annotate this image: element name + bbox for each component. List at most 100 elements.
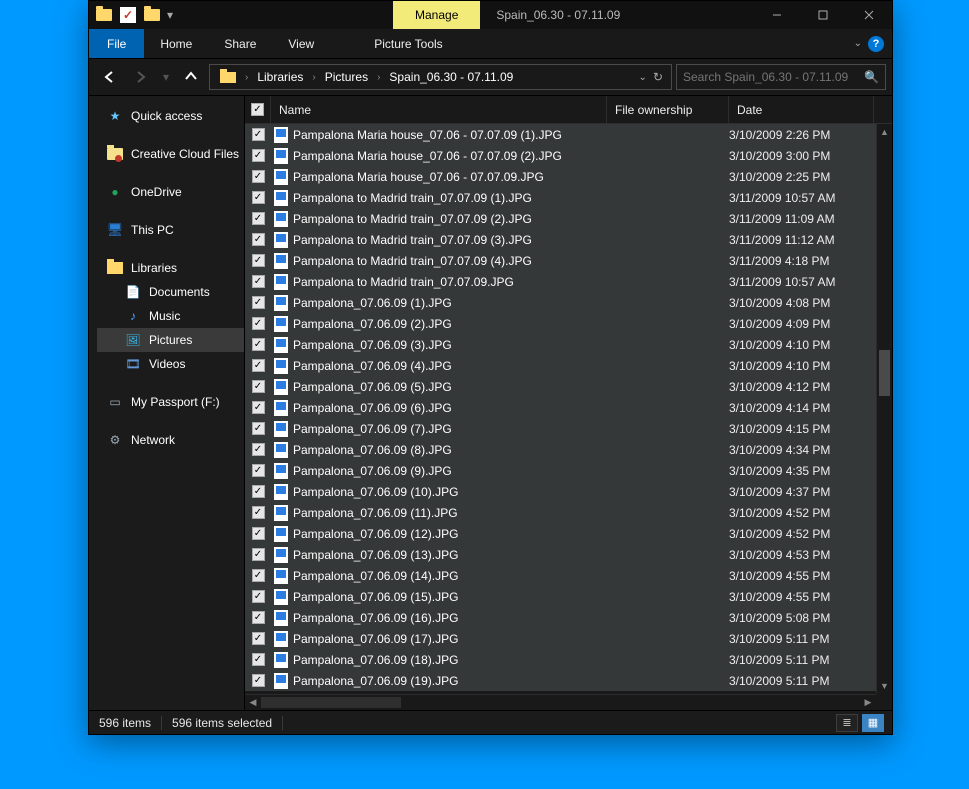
file-row[interactable]: ✓Pampalona_07.06.09 (11).JPG3/10/2009 4:…	[245, 502, 876, 523]
breadcrumb-pictures[interactable]: Pictures	[319, 70, 374, 84]
row-checkbox[interactable]: ✓	[252, 212, 265, 225]
file-row[interactable]: ✓Pampalona_07.06.09 (16).JPG3/10/2009 5:…	[245, 607, 876, 628]
scroll-up-icon[interactable]: ▲	[877, 124, 892, 140]
nav-onedrive[interactable]: ● OneDrive	[97, 180, 244, 204]
maximize-button[interactable]	[800, 1, 846, 29]
qat-open-folder[interactable]	[141, 4, 163, 26]
row-checkbox[interactable]: ✓	[252, 527, 265, 540]
row-checkbox[interactable]: ✓	[252, 611, 265, 624]
chevron-right-icon[interactable]: ›	[374, 72, 383, 83]
row-checkbox[interactable]: ✓	[252, 380, 265, 393]
nav-creative-cloud[interactable]: Creative Cloud Files	[97, 142, 244, 166]
file-row[interactable]: ✓Pampalona_07.06.09 (19).JPG3/10/2009 5:…	[245, 670, 876, 691]
file-row[interactable]: ✓Pampalona to Madrid train_07.07.09 (3).…	[245, 229, 876, 250]
scroll-track[interactable]	[877, 140, 892, 678]
file-row[interactable]: ✓Pampalona_07.06.09 (18).JPG3/10/2009 5:…	[245, 649, 876, 670]
file-row[interactable]: ✓Pampalona_07.06.09 (6).JPG3/10/2009 4:1…	[245, 397, 876, 418]
row-checkbox[interactable]: ✓	[252, 674, 265, 687]
row-checkbox[interactable]: ✓	[252, 548, 265, 561]
file-row[interactable]: ✓Pampalona_07.06.09 (10).JPG3/10/2009 4:…	[245, 481, 876, 502]
row-checkbox[interactable]: ✓	[252, 401, 265, 414]
tab-view[interactable]: View	[272, 29, 330, 58]
column-checkbox[interactable]: ✓	[245, 96, 271, 123]
chevron-right-icon[interactable]: ›	[242, 72, 251, 83]
qat-new-folder[interactable]	[93, 4, 115, 26]
file-row[interactable]: ✓Pampalona_07.06.09 (8).JPG3/10/2009 4:3…	[245, 439, 876, 460]
file-row[interactable]: ✓Pampalona_07.06.09 (17).JPG3/10/2009 5:…	[245, 628, 876, 649]
close-button[interactable]	[846, 1, 892, 29]
row-checkbox[interactable]: ✓	[252, 443, 265, 456]
row-checkbox[interactable]: ✓	[252, 149, 265, 162]
nav-music[interactable]: ♪ Music	[97, 304, 244, 328]
breadcrumb-libraries[interactable]: Libraries	[251, 70, 309, 84]
file-row[interactable]: ✓Pampalona Maria house_07.06 - 07.07.09 …	[245, 124, 876, 145]
file-row[interactable]: ✓Pampalona_07.06.09 (7).JPG3/10/2009 4:1…	[245, 418, 876, 439]
file-row[interactable]: ✓Pampalona_07.06.09 (2).JPG3/10/2009 4:0…	[245, 313, 876, 334]
nav-pictures[interactable]: 🖼 Pictures	[97, 328, 244, 352]
view-details-button[interactable]: ≣	[836, 714, 858, 732]
help-icon[interactable]: ?	[868, 36, 884, 52]
chevron-right-icon[interactable]: ›	[309, 72, 318, 83]
nav-documents[interactable]: 📄 Documents	[97, 280, 244, 304]
row-checkbox[interactable]: ✓	[252, 464, 265, 477]
file-row[interactable]: ✓Pampalona_07.06.09 (12).JPG3/10/2009 4:…	[245, 523, 876, 544]
row-checkbox[interactable]: ✓	[252, 338, 265, 351]
row-checkbox[interactable]: ✓	[252, 422, 265, 435]
file-row[interactable]: ✓Pampalona to Madrid train_07.07.09 (1).…	[245, 187, 876, 208]
row-checkbox[interactable]: ✓	[252, 632, 265, 645]
minimize-button[interactable]	[754, 1, 800, 29]
tab-file[interactable]: File	[89, 29, 144, 58]
nav-quick-access[interactable]: ★ Quick access	[97, 104, 244, 128]
file-row[interactable]: ✓Pampalona_07.06.09 (15).JPG3/10/2009 4:…	[245, 586, 876, 607]
back-button[interactable]	[95, 63, 123, 91]
qat-properties[interactable]: ✓	[117, 4, 139, 26]
view-thumbnails-button[interactable]: ▦	[862, 714, 884, 732]
row-checkbox[interactable]: ✓	[252, 296, 265, 309]
nav-network[interactable]: ⚙ Network	[97, 428, 244, 452]
scroll-down-icon[interactable]: ▼	[877, 678, 892, 694]
search-input[interactable]	[683, 70, 864, 84]
column-file-ownership[interactable]: File ownership	[607, 96, 729, 123]
row-checkbox[interactable]: ✓	[252, 317, 265, 330]
file-row[interactable]: ✓Pampalona_07.06.09 (1).JPG3/10/2009 4:0…	[245, 292, 876, 313]
row-checkbox[interactable]: ✓	[252, 254, 265, 267]
address-dropdown-icon[interactable]: ⌄	[639, 72, 647, 83]
tab-home[interactable]: Home	[144, 29, 208, 58]
column-name[interactable]: Name	[271, 96, 607, 123]
scroll-left-icon[interactable]: ◀	[245, 695, 261, 710]
scroll-track[interactable]	[261, 695, 860, 710]
file-row[interactable]: ✓Pampalona_07.06.09 (14).JPG3/10/2009 4:…	[245, 565, 876, 586]
file-row[interactable]: ✓Pampalona Maria house_07.06 - 07.07.09.…	[245, 166, 876, 187]
row-checkbox[interactable]: ✓	[252, 359, 265, 372]
search-box[interactable]: 🔍	[676, 64, 886, 90]
file-row[interactable]: ✓Pampalona to Madrid train_07.07.09.JPG3…	[245, 271, 876, 292]
tab-share[interactable]: Share	[208, 29, 272, 58]
nav-libraries[interactable]: Libraries	[97, 256, 244, 280]
file-row[interactable]: ✓Pampalona to Madrid train_07.07.09 (2).…	[245, 208, 876, 229]
file-row[interactable]: ✓Pampalona_07.06.09 (13).JPG3/10/2009 4:…	[245, 544, 876, 565]
file-list[interactable]: ✓Pampalona Maria house_07.06 - 07.07.09 …	[245, 124, 892, 710]
scroll-thumb[interactable]	[261, 697, 401, 708]
nav-this-pc[interactable]: 🖥 This PC	[97, 218, 244, 242]
row-checkbox[interactable]: ✓	[252, 485, 265, 498]
qat-dropdown[interactable]: ▾	[165, 8, 175, 22]
address-bar[interactable]: › Libraries › Pictures › Spain_06.30 - 0…	[209, 64, 672, 90]
search-icon[interactable]: 🔍	[864, 70, 879, 84]
contextual-tab-manage[interactable]: Manage	[393, 1, 480, 29]
file-row[interactable]: ✓Pampalona_07.06.09 (5).JPG3/10/2009 4:1…	[245, 376, 876, 397]
nav-videos[interactable]: 🎞 Videos	[97, 352, 244, 376]
ribbon-expand-icon[interactable]: ⌄	[854, 38, 862, 49]
scroll-thumb[interactable]	[879, 350, 890, 396]
row-checkbox[interactable]: ✓	[252, 590, 265, 603]
forward-button[interactable]	[127, 63, 155, 91]
nav-mypassport[interactable]: ▭ My Passport (F:)	[97, 390, 244, 414]
up-button[interactable]	[177, 63, 205, 91]
file-row[interactable]: ✓Pampalona to Madrid train_07.07.09 (4).…	[245, 250, 876, 271]
tab-picture-tools[interactable]: Picture Tools	[358, 29, 458, 58]
select-all-checkbox[interactable]: ✓	[251, 103, 264, 116]
file-row[interactable]: ✓Pampalona_07.06.09 (3).JPG3/10/2009 4:1…	[245, 334, 876, 355]
file-row[interactable]: ✓Pampalona_07.06.09 (9).JPG3/10/2009 4:3…	[245, 460, 876, 481]
scroll-right-icon[interactable]: ▶	[860, 695, 876, 710]
horizontal-scrollbar[interactable]: ◀ ▶	[245, 694, 876, 710]
row-checkbox[interactable]: ✓	[252, 569, 265, 582]
